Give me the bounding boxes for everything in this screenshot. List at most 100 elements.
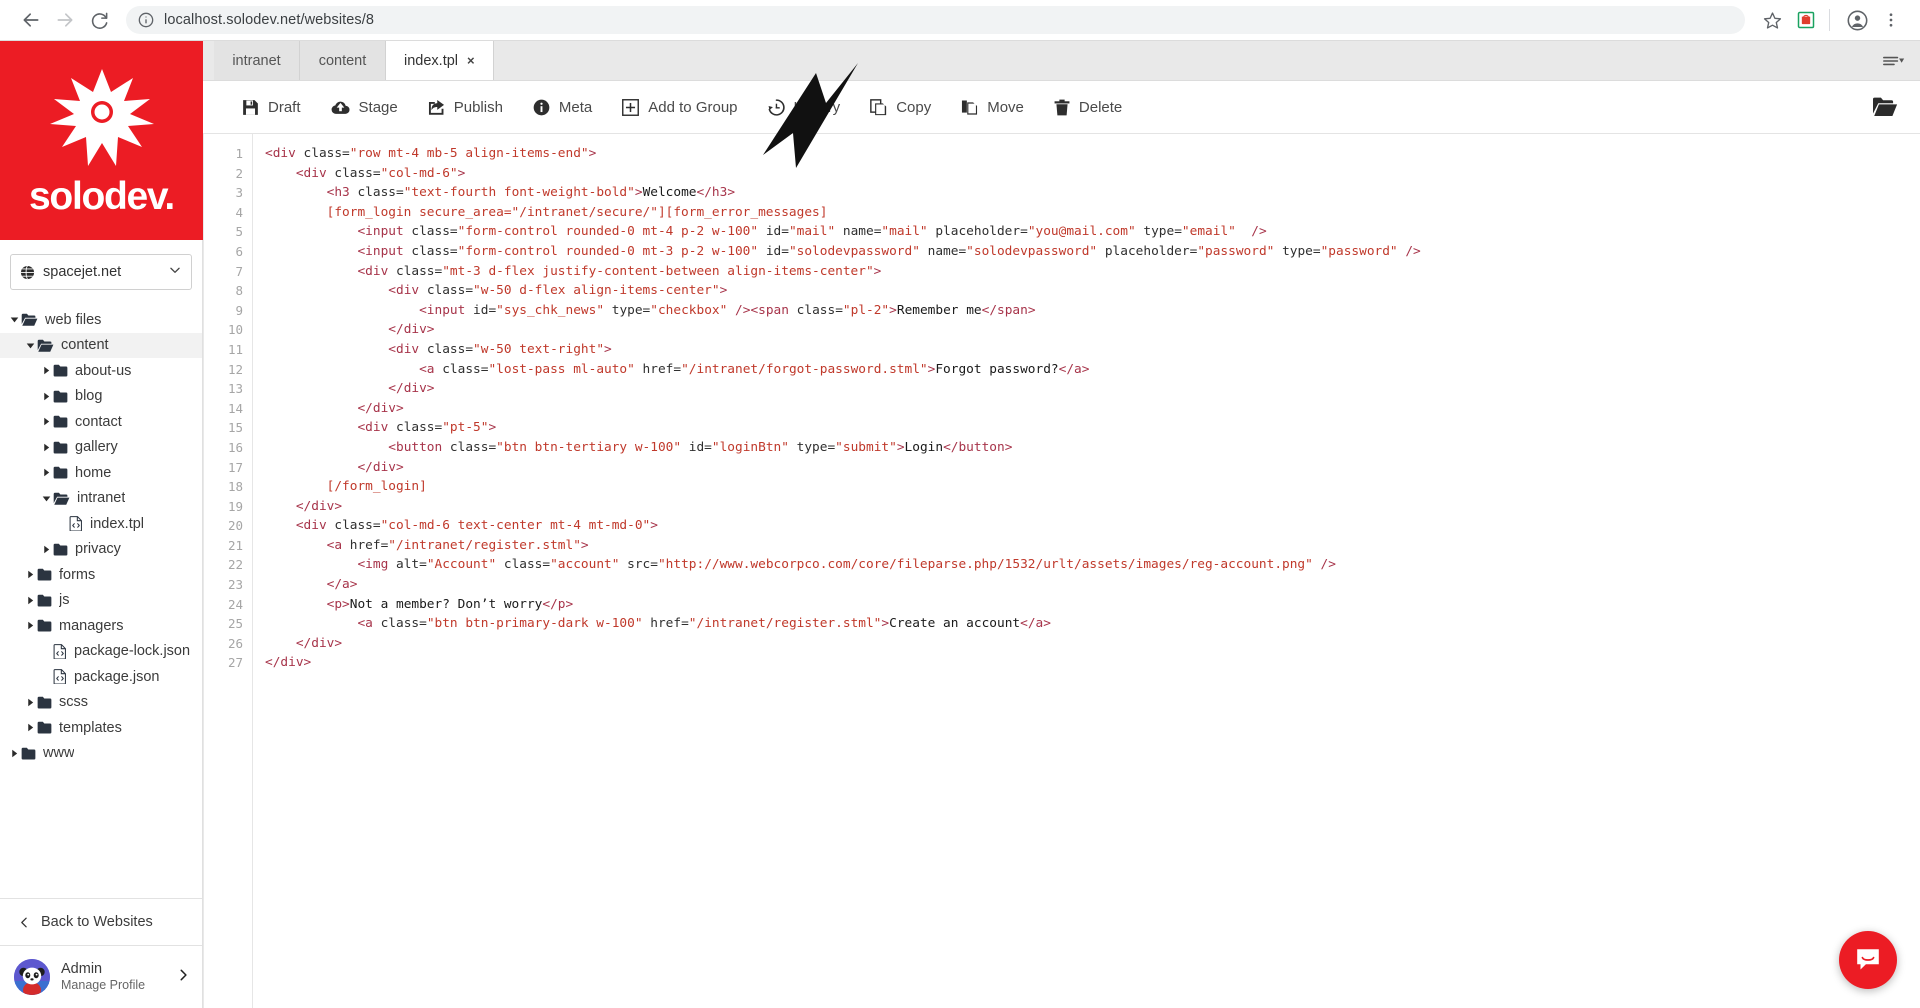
- tree-item-intranet[interactable]: intranet: [0, 486, 202, 512]
- toolbar-divider: [1829, 9, 1830, 31]
- file-tree[interactable]: web files content about-us blog contact galle…: [0, 298, 202, 898]
- chevron-down-icon[interactable]: [40, 494, 53, 503]
- code-line: <a class="btn btn-primary-dark w-100" hr…: [357, 616, 1051, 632]
- toolbar-button-label: Draft: [268, 98, 301, 116]
- tree-item-blog[interactable]: blog: [0, 384, 202, 410]
- code-line: </div>: [388, 381, 435, 397]
- chevron-right-icon[interactable]: [24, 570, 37, 579]
- tree-item-managers[interactable]: managers: [0, 613, 202, 639]
- tree-item-scss[interactable]: scss: [0, 690, 202, 716]
- open-folder-icon[interactable]: [1850, 81, 1920, 134]
- tree-item-index-tpl[interactable]: index.tpl: [0, 511, 202, 537]
- tree-item-forms[interactable]: forms: [0, 562, 202, 588]
- code-line: <div class="pt-5">: [357, 420, 497, 436]
- tree-item-label: intranet: [77, 490, 126, 507]
- forward-arrow-icon[interactable]: [48, 3, 82, 37]
- stage-button[interactable]: Stage: [316, 81, 413, 134]
- publish-button[interactable]: Publish: [413, 81, 518, 134]
- delete-button[interactable]: Delete: [1039, 81, 1137, 134]
- star-icon[interactable]: [1757, 5, 1787, 35]
- chat-bubble-icon[interactable]: [1839, 931, 1897, 989]
- folder-icon: [21, 747, 36, 760]
- back-arrow-icon[interactable]: [14, 3, 48, 37]
- chevron-right-icon[interactable]: [40, 392, 53, 401]
- tree-item-privacy[interactable]: privacy: [0, 537, 202, 563]
- tree-item-gallery[interactable]: gallery: [0, 435, 202, 461]
- chevron-right-icon[interactable]: [40, 468, 53, 477]
- chevron-right-icon[interactable]: [24, 698, 37, 707]
- solodev-star-logo[interactable]: solodev.: [0, 41, 203, 240]
- chevron-right-icon[interactable]: [40, 545, 53, 554]
- move-button[interactable]: Move: [946, 81, 1039, 134]
- site-info-icon[interactable]: [138, 12, 154, 28]
- file-tab-index-tpl[interactable]: index.tpl ×: [386, 41, 494, 80]
- account-avatar-icon[interactable]: [1842, 5, 1872, 35]
- line-number: 3: [235, 185, 243, 201]
- folder-icon: [53, 441, 68, 454]
- tree-item-label: web files: [45, 311, 102, 328]
- line-number: 17: [227, 459, 243, 475]
- code-line: <input class="form-control rounded-0 mt-…: [357, 224, 1267, 240]
- site-name: spacejet.net: [43, 264, 122, 280]
- extension-icon[interactable]: [1791, 5, 1821, 35]
- code-line: <button class="btn btn-tertiary w-100" i…: [388, 439, 1013, 455]
- info-circle-icon: [533, 99, 550, 116]
- tree-item-templates[interactable]: templates: [0, 715, 202, 741]
- browser-toolbar: localhost.solodev.net/websites/8: [0, 0, 1920, 41]
- plus-square-icon: [622, 98, 640, 116]
- tree-item-js[interactable]: js: [0, 588, 202, 614]
- tree-item-www[interactable]: www: [0, 741, 202, 767]
- chevron-down-icon[interactable]: [8, 315, 21, 324]
- tree-item-home[interactable]: home: [0, 460, 202, 486]
- reload-icon[interactable]: [82, 3, 116, 37]
- folder-icon: [53, 415, 68, 428]
- copy-button[interactable]: Copy: [855, 81, 946, 134]
- toolbar-button-label: Publish: [453, 98, 503, 116]
- tree-item-label: managers: [59, 617, 124, 634]
- line-number: 10: [227, 322, 243, 338]
- tree-item-label: scss: [59, 694, 88, 711]
- tree-item-contact[interactable]: contact: [0, 409, 202, 435]
- chevron-down-icon[interactable]: [168, 263, 182, 282]
- code-content[interactable]: <div class="row mt-4 mb-5 align-items-en…: [253, 134, 1920, 1008]
- line-number: 4: [235, 204, 243, 220]
- tree-item-web-files[interactable]: web files: [0, 307, 202, 333]
- three-dot-menu-icon[interactable]: [1876, 5, 1906, 35]
- code-line: </div>: [265, 655, 312, 671]
- code-line: </div>: [388, 322, 435, 338]
- line-number: 13: [227, 381, 243, 397]
- chevron-right-icon[interactable]: [40, 417, 53, 426]
- line-number: 25: [227, 616, 243, 632]
- chevron-down-icon[interactable]: [24, 341, 37, 350]
- chevron-right-icon[interactable]: [8, 749, 21, 758]
- history-button[interactable]: History: [753, 81, 856, 134]
- tree-item-package-json[interactable]: package.json: [0, 664, 202, 690]
- chevron-right-icon[interactable]: [24, 723, 37, 732]
- tree-item-content[interactable]: content: [0, 332, 202, 358]
- add-to-group-button[interactable]: Add to Group: [607, 81, 752, 134]
- chevron-right-icon[interactable]: [24, 596, 37, 605]
- file-tab-content[interactable]: content: [300, 41, 386, 80]
- chevron-right-icon[interactable]: [24, 621, 37, 630]
- profile-row[interactable]: Admin Manage Profile: [0, 945, 202, 1008]
- line-number: 23: [227, 577, 243, 593]
- page-action-toolbar: Draft Stage Publish Meta Add to Group History…: [203, 81, 1920, 134]
- folder-icon: [53, 543, 68, 556]
- chevron-right-icon[interactable]: [40, 366, 53, 375]
- back-to-websites-button[interactable]: Back to Websites: [0, 898, 202, 945]
- chevron-right-icon[interactable]: [40, 443, 53, 452]
- close-icon[interactable]: ×: [467, 53, 475, 68]
- line-number: 26: [227, 635, 243, 651]
- file-tab-intranet[interactable]: intranet: [214, 41, 300, 80]
- chevron-right-icon[interactable]: [176, 968, 190, 987]
- meta-button[interactable]: Meta: [518, 81, 607, 134]
- line-number: 22: [227, 557, 243, 573]
- address-bar[interactable]: localhost.solodev.net/websites/8: [126, 6, 1745, 34]
- tab-list-menu-icon[interactable]: [1868, 41, 1920, 80]
- line-number: 27: [227, 655, 243, 671]
- code-editor[interactable]: 1 2 3 4 5 6 7 8 9 10 11 12 13 14 15 16 17 18 19 20 21 22 23 24 2…: [203, 134, 1920, 1008]
- tree-item-package-lock-json[interactable]: package-lock.json: [0, 639, 202, 665]
- tree-item-about-us[interactable]: about-us: [0, 358, 202, 384]
- draft-button[interactable]: Draft: [227, 81, 316, 134]
- site-selector[interactable]: spacejet.net: [10, 254, 192, 290]
